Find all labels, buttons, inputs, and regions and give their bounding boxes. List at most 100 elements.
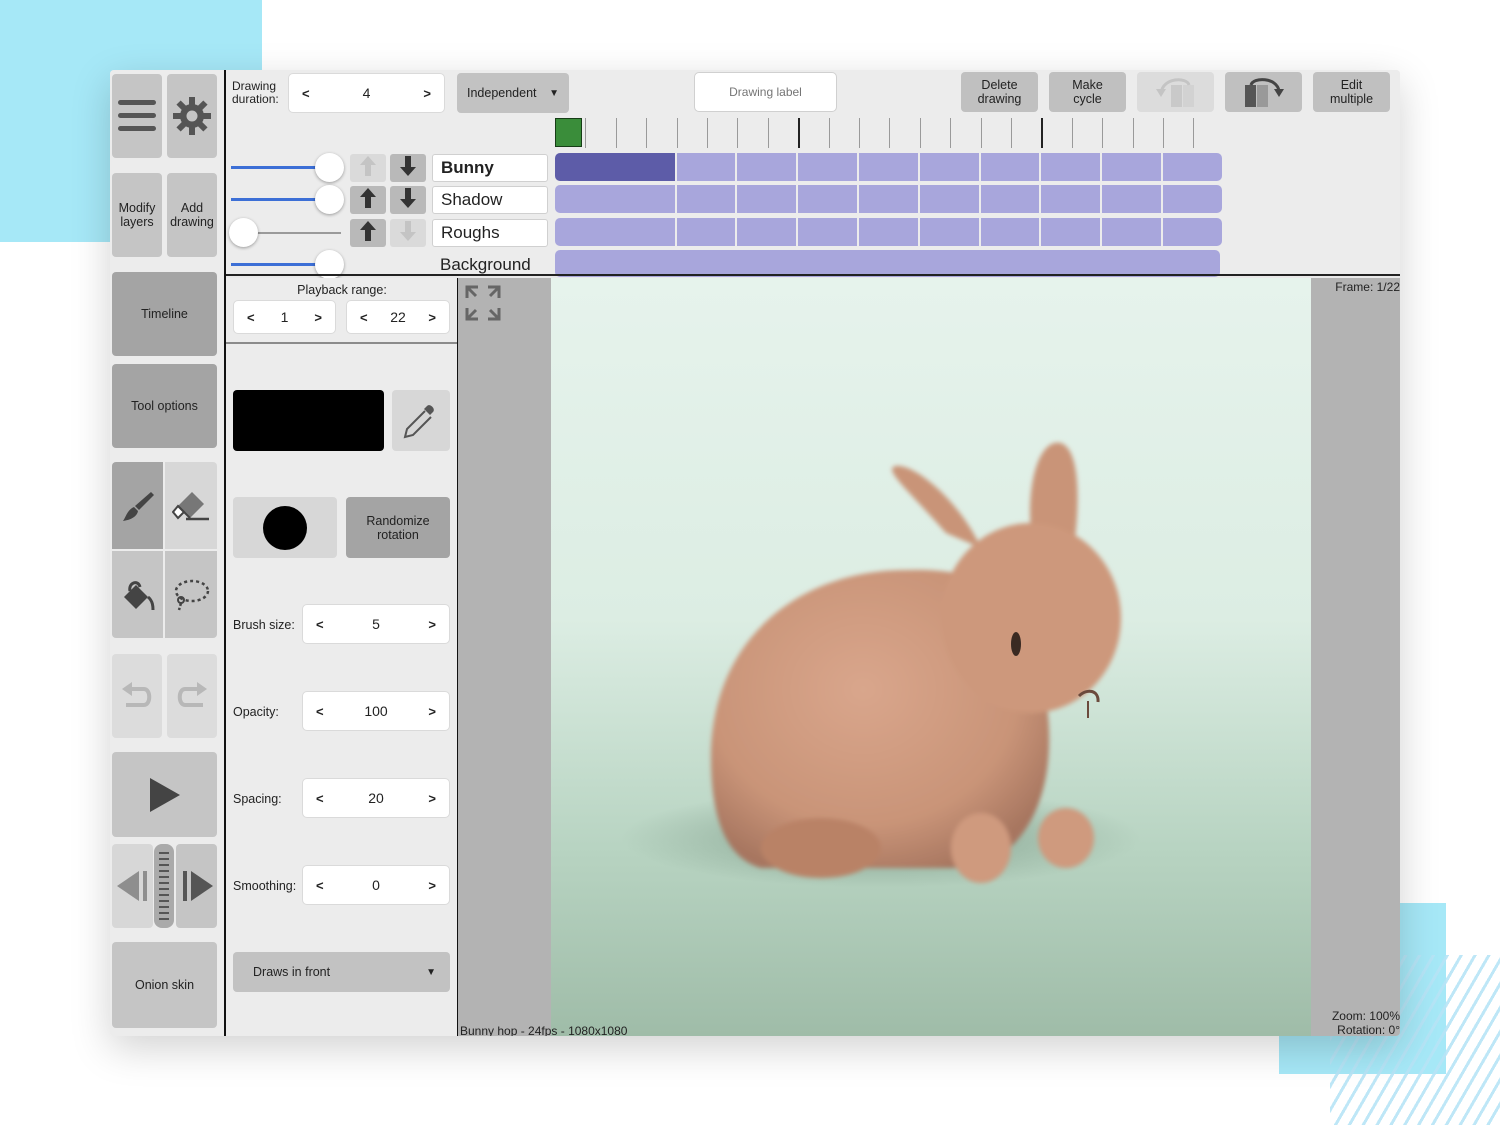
decrement-button[interactable]: < xyxy=(316,617,324,632)
drawing-canvas[interactable] xyxy=(551,278,1311,1036)
play-button[interactable] xyxy=(112,752,217,837)
timeline-cell[interactable] xyxy=(859,218,918,246)
decrement-button[interactable]: < xyxy=(247,310,255,325)
move-layer-down-button[interactable] xyxy=(390,186,426,214)
timeline-cell[interactable] xyxy=(737,153,797,181)
playback-end-stepper[interactable]: < 22 > xyxy=(346,300,450,334)
timeline-cell[interactable] xyxy=(859,185,918,213)
increment-button[interactable]: > xyxy=(428,878,436,893)
timeline-cell[interactable] xyxy=(676,185,736,213)
lasso-tool-button[interactable] xyxy=(165,551,217,638)
menu-button[interactable] xyxy=(112,74,162,158)
fill-tool-button[interactable] xyxy=(112,551,163,638)
mode-dropdown[interactable]: Independent ▼ xyxy=(457,73,569,113)
decrement-button[interactable]: < xyxy=(316,878,324,893)
redo-button[interactable] xyxy=(167,654,217,738)
eraser-tool-button[interactable] xyxy=(165,462,217,549)
slider-thumb[interactable] xyxy=(315,185,344,214)
make-cycle-button[interactable]: Make cycle xyxy=(1049,72,1126,112)
opacity-stepper[interactable]: < 100 > xyxy=(302,691,450,731)
smoothing-stepper[interactable]: < 0 > xyxy=(302,865,450,905)
increment-button[interactable]: > xyxy=(428,791,436,806)
move-layer-down-button[interactable] xyxy=(390,154,426,182)
draw-order-dropdown[interactable]: Draws in front ▼ xyxy=(233,952,450,992)
brush-size-stepper[interactable]: < 5 > xyxy=(302,604,450,644)
color-swatch[interactable] xyxy=(233,390,384,451)
layer-opacity-slider[interactable] xyxy=(231,185,344,215)
timeline-cell[interactable] xyxy=(919,153,979,181)
timeline-cell[interactable] xyxy=(798,218,857,246)
undo-button[interactable] xyxy=(112,654,162,738)
timeline-cell[interactable] xyxy=(1163,218,1222,246)
slider-thumb[interactable] xyxy=(229,218,258,247)
timeline-cell[interactable] xyxy=(798,185,857,213)
timeline-cell[interactable] xyxy=(1041,153,1101,181)
timeline-cell[interactable] xyxy=(859,153,918,181)
timeline-cell[interactable] xyxy=(737,218,797,246)
increment-button[interactable]: > xyxy=(428,704,436,719)
layer-opacity-slider[interactable] xyxy=(231,153,344,183)
modify-layers-button[interactable]: Modify layers xyxy=(112,173,162,257)
timeline-cell[interactable] xyxy=(1041,218,1101,246)
timeline-cell[interactable] xyxy=(737,185,797,213)
drawing-label-input[interactable] xyxy=(694,72,837,112)
randomize-rotation-button[interactable]: Randomize rotation xyxy=(346,497,450,558)
move-layer-up-button[interactable] xyxy=(350,219,386,247)
timeline-cell[interactable] xyxy=(1102,185,1161,213)
frame-ruler[interactable] xyxy=(556,118,1256,148)
layer-name-roughs[interactable]: Roughs xyxy=(432,219,548,247)
move-layer-up-button[interactable] xyxy=(350,154,386,182)
timeline-cell[interactable] xyxy=(555,218,675,246)
current-frame-marker[interactable] xyxy=(555,118,582,147)
increment-button[interactable]: > xyxy=(423,86,431,101)
decrement-button[interactable]: < xyxy=(316,704,324,719)
timeline-cell[interactable] xyxy=(1041,185,1101,213)
decrement-button[interactable]: < xyxy=(316,791,324,806)
settings-button[interactable] xyxy=(167,74,217,158)
tool-options-button[interactable]: Tool options xyxy=(112,364,217,448)
timeline-cell[interactable] xyxy=(919,218,979,246)
timeline-cell[interactable] xyxy=(980,185,1040,213)
edit-multiple-button[interactable]: Edit multiple xyxy=(1313,72,1390,112)
eyedropper-button[interactable] xyxy=(392,390,450,451)
add-drawing-button[interactable]: Add drawing xyxy=(167,173,217,257)
move-drawing-right-button[interactable] xyxy=(1225,72,1302,112)
timeline-cell[interactable] xyxy=(1163,153,1222,181)
timeline-cell[interactable] xyxy=(676,218,736,246)
timeline-cell[interactable] xyxy=(1102,153,1161,181)
increment-button[interactable]: > xyxy=(314,310,322,325)
timeline-cell[interactable] xyxy=(798,153,857,181)
timeline-cell[interactable] xyxy=(1102,218,1161,246)
timeline-cell[interactable] xyxy=(919,185,979,213)
onion-skin-button[interactable]: Onion skin xyxy=(112,942,217,1028)
timeline-button[interactable]: Timeline xyxy=(112,272,217,356)
move-drawing-left-button[interactable] xyxy=(1137,72,1214,112)
timeline-cell[interactable] xyxy=(555,250,1220,277)
increment-button[interactable]: > xyxy=(428,617,436,632)
move-layer-down-button[interactable] xyxy=(390,219,426,247)
next-frame-button[interactable] xyxy=(176,844,217,928)
timeline-cell[interactable] xyxy=(980,218,1040,246)
timeline-cell[interactable] xyxy=(676,153,736,181)
spacing-stepper[interactable]: < 20 > xyxy=(302,778,450,818)
layer-name-bunny[interactable]: Bunny xyxy=(432,154,548,182)
decrement-button[interactable]: < xyxy=(302,86,310,101)
timeline-cell[interactable] xyxy=(555,185,675,213)
frame-scrub-handle[interactable] xyxy=(154,844,174,928)
layer-name-shadow[interactable]: Shadow xyxy=(432,186,548,214)
timeline-cell[interactable] xyxy=(1163,185,1222,213)
brush-tool-button[interactable] xyxy=(112,462,163,549)
previous-frame-button[interactable] xyxy=(112,844,153,928)
timeline-cell[interactable] xyxy=(980,153,1040,181)
drawing-duration-stepper[interactable]: < 4 > xyxy=(288,73,445,113)
delete-drawing-button[interactable]: Delete drawing xyxy=(961,72,1038,112)
timeline-cell[interactable] xyxy=(555,153,675,181)
decrement-button[interactable]: < xyxy=(360,310,368,325)
brush-shape-button[interactable] xyxy=(233,497,337,558)
slider-thumb[interactable] xyxy=(315,153,344,182)
playback-start-stepper[interactable]: < 1 > xyxy=(233,300,336,334)
layer-opacity-slider[interactable] xyxy=(229,218,341,248)
increment-button[interactable]: > xyxy=(428,310,436,325)
move-layer-up-button[interactable] xyxy=(350,186,386,214)
fullscreen-button[interactable] xyxy=(464,284,502,327)
